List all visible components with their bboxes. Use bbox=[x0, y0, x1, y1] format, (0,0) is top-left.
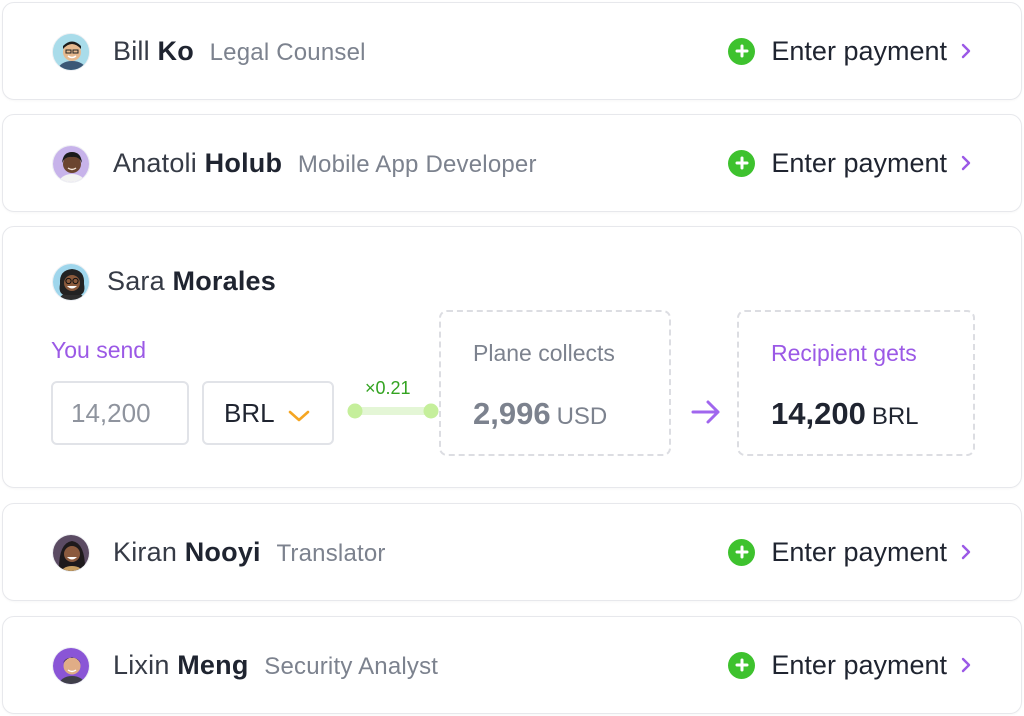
enter-payment-button[interactable]: Enter payment bbox=[728, 36, 973, 67]
chevron-down-icon bbox=[288, 410, 310, 422]
avatar bbox=[52, 534, 90, 572]
avatar bbox=[52, 263, 90, 301]
recipient-row-anatoli-holub[interactable]: Anatoli Holub Mobile App Developer Enter… bbox=[2, 114, 1022, 212]
recipient-row-lixin-meng[interactable]: Lixin Meng Security Analyst Enter paymen… bbox=[2, 616, 1022, 714]
recipient-gets-value: 14,200 BRL bbox=[771, 396, 919, 431]
enter-payment-button[interactable]: Enter payment bbox=[728, 650, 973, 681]
recipient-name: Sara Morales bbox=[107, 266, 276, 296]
avatar bbox=[52, 33, 90, 71]
recipient-title: Security Analyst bbox=[264, 653, 439, 680]
recipient-name: Bill Ko Legal Counsel bbox=[113, 36, 366, 66]
plane-collects-value: 2,996 USD bbox=[473, 396, 608, 431]
enter-payment-button[interactable]: Enter payment bbox=[728, 537, 973, 568]
chevron-right-icon bbox=[961, 43, 971, 59]
recipient-title: Legal Counsel bbox=[209, 39, 366, 66]
recipient-name: Lixin Meng Security Analyst bbox=[113, 650, 439, 680]
recipient-name: Anatoli Holub Mobile App Developer bbox=[113, 148, 537, 178]
exchange-rate-connector bbox=[347, 403, 439, 419]
recipient-title: Mobile App Developer bbox=[297, 151, 537, 178]
plane-collects-label: Plane collects bbox=[473, 340, 615, 366]
enter-payment-label: Enter payment bbox=[771, 35, 947, 66]
chevron-right-icon bbox=[961, 544, 971, 560]
recipient-row-kiran-nooyi[interactable]: Kiran Nooyi Translator Enter payment bbox=[2, 503, 1022, 601]
enter-payment-button[interactable]: Enter payment bbox=[728, 148, 973, 179]
recipient-gets-box: Recipient gets 14,200 BRL bbox=[737, 310, 975, 456]
plus-circle-icon bbox=[728, 149, 756, 177]
currency-value: BRL bbox=[224, 397, 275, 428]
exchange-rate-label: ×0.21 bbox=[365, 378, 411, 398]
send-amount-value: 14,200 bbox=[71, 397, 151, 428]
plus-circle-icon bbox=[728, 37, 756, 65]
recipient-gets-label: Recipient gets bbox=[771, 340, 917, 366]
payment-entry-card-sara-morales: Sara Morales You send 14,200 BRL ×0.21 P… bbox=[2, 226, 1022, 488]
recipient-title: Translator bbox=[276, 540, 386, 567]
plus-circle-icon bbox=[728, 651, 756, 679]
chevron-right-icon bbox=[961, 657, 971, 673]
send-amount-input[interactable]: 14,200 bbox=[51, 381, 189, 445]
recipient-name: Kiran Nooyi Translator bbox=[113, 537, 386, 567]
you-send-label: You send bbox=[51, 337, 147, 363]
enter-payment-label: Enter payment bbox=[771, 147, 947, 178]
arrow-right-icon bbox=[691, 400, 720, 424]
recipient-row-bill-ko[interactable]: Bill Ko Legal Counsel Enter payment bbox=[2, 2, 1022, 100]
plane-collects-box: Plane collects 2,996 USD bbox=[439, 310, 671, 456]
avatar bbox=[52, 647, 90, 685]
enter-payment-label: Enter payment bbox=[771, 536, 947, 567]
plus-circle-icon bbox=[728, 538, 756, 566]
enter-payment-label: Enter payment bbox=[771, 649, 947, 680]
currency-select[interactable]: BRL bbox=[202, 381, 334, 445]
avatar bbox=[52, 145, 90, 183]
chevron-right-icon bbox=[961, 155, 971, 171]
